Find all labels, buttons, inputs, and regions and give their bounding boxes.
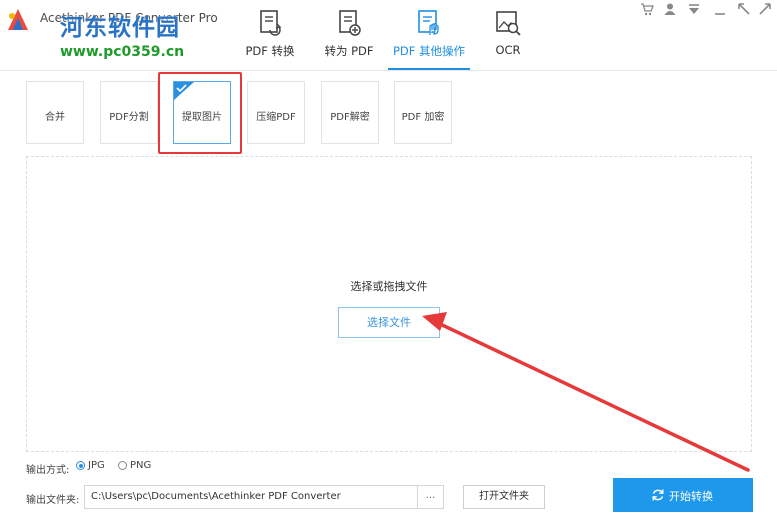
pdf-other-icon (418, 10, 439, 35)
radio-jpg[interactable] (76, 461, 85, 470)
app-header: Acethinker PDF Converter Pro 河东软件园 www.p… (0, 0, 777, 71)
watermark-url: www.pc0359.cn (60, 44, 185, 60)
close-icon[interactable] (758, 2, 772, 16)
tab-label: OCR (495, 43, 521, 57)
select-file-button[interactable]: 选择文件 (338, 307, 440, 338)
tool-label: PDF 加密 (401, 112, 445, 123)
app-logo-icon (8, 9, 28, 30)
tool-pdf-split[interactable]: PDF分割 (100, 81, 158, 144)
refresh-icon (652, 489, 664, 501)
browse-button[interactable]: ... (418, 485, 444, 509)
tool-label: 压缩PDF (256, 112, 296, 123)
tool-compress-pdf[interactable]: 压缩PDF (247, 81, 305, 144)
radio-png-label[interactable]: PNG (130, 460, 151, 471)
output-format-label: 输出方式: (26, 465, 70, 476)
tool-label: PDF分割 (109, 112, 149, 123)
tool-pdf-decrypt[interactable]: PDF解密 (321, 81, 379, 144)
radio-jpg-label[interactable]: JPG (88, 460, 105, 471)
minimize-icon[interactable] (713, 2, 727, 16)
tab-label: PDF 转换 (245, 44, 295, 58)
tool-label: PDF解密 (330, 112, 370, 123)
drop-hint: 选择或拖拽文件 (350, 280, 428, 293)
start-convert-label: 开始转换 (669, 490, 713, 503)
tab-pdf-other[interactable]: PDF 其他操作 (388, 0, 470, 70)
tool-pdf-encrypt[interactable]: PDF 加密 (394, 81, 452, 144)
tab-pdf-convert[interactable]: PDF 转换 (238, 0, 302, 68)
tab-ocr[interactable]: OCR (478, 0, 538, 68)
ocr-icon (496, 11, 521, 36)
to-pdf-icon (339, 10, 361, 36)
start-convert-button[interactable]: 开始转换 (613, 478, 753, 512)
watermark-name: 河东软件园 (60, 14, 180, 41)
pdf-convert-icon (260, 10, 282, 36)
menu-icon[interactable] (687, 2, 701, 16)
radio-png[interactable] (118, 461, 127, 470)
tool-label: 合并 (45, 112, 65, 123)
user-icon[interactable] (663, 2, 677, 16)
cart-icon[interactable] (640, 2, 654, 16)
open-folder-button[interactable]: 打开文件夹 (463, 485, 545, 509)
restore-icon[interactable] (737, 2, 751, 16)
tab-label: PDF 其他操作 (392, 44, 466, 58)
tab-to-pdf[interactable]: 转为 PDF (317, 0, 381, 68)
output-folder-label: 输出文件夹: (26, 495, 80, 506)
output-folder-input[interactable]: C:\Users\pc\Documents\Acethinker PDF Con… (84, 485, 418, 509)
tab-label: 转为 PDF (324, 44, 374, 58)
annotation-highlight-box (158, 72, 242, 154)
tool-merge[interactable]: 合并 (26, 81, 84, 144)
file-drop-zone[interactable]: 选择或拖拽文件 选择文件 (26, 156, 752, 452)
